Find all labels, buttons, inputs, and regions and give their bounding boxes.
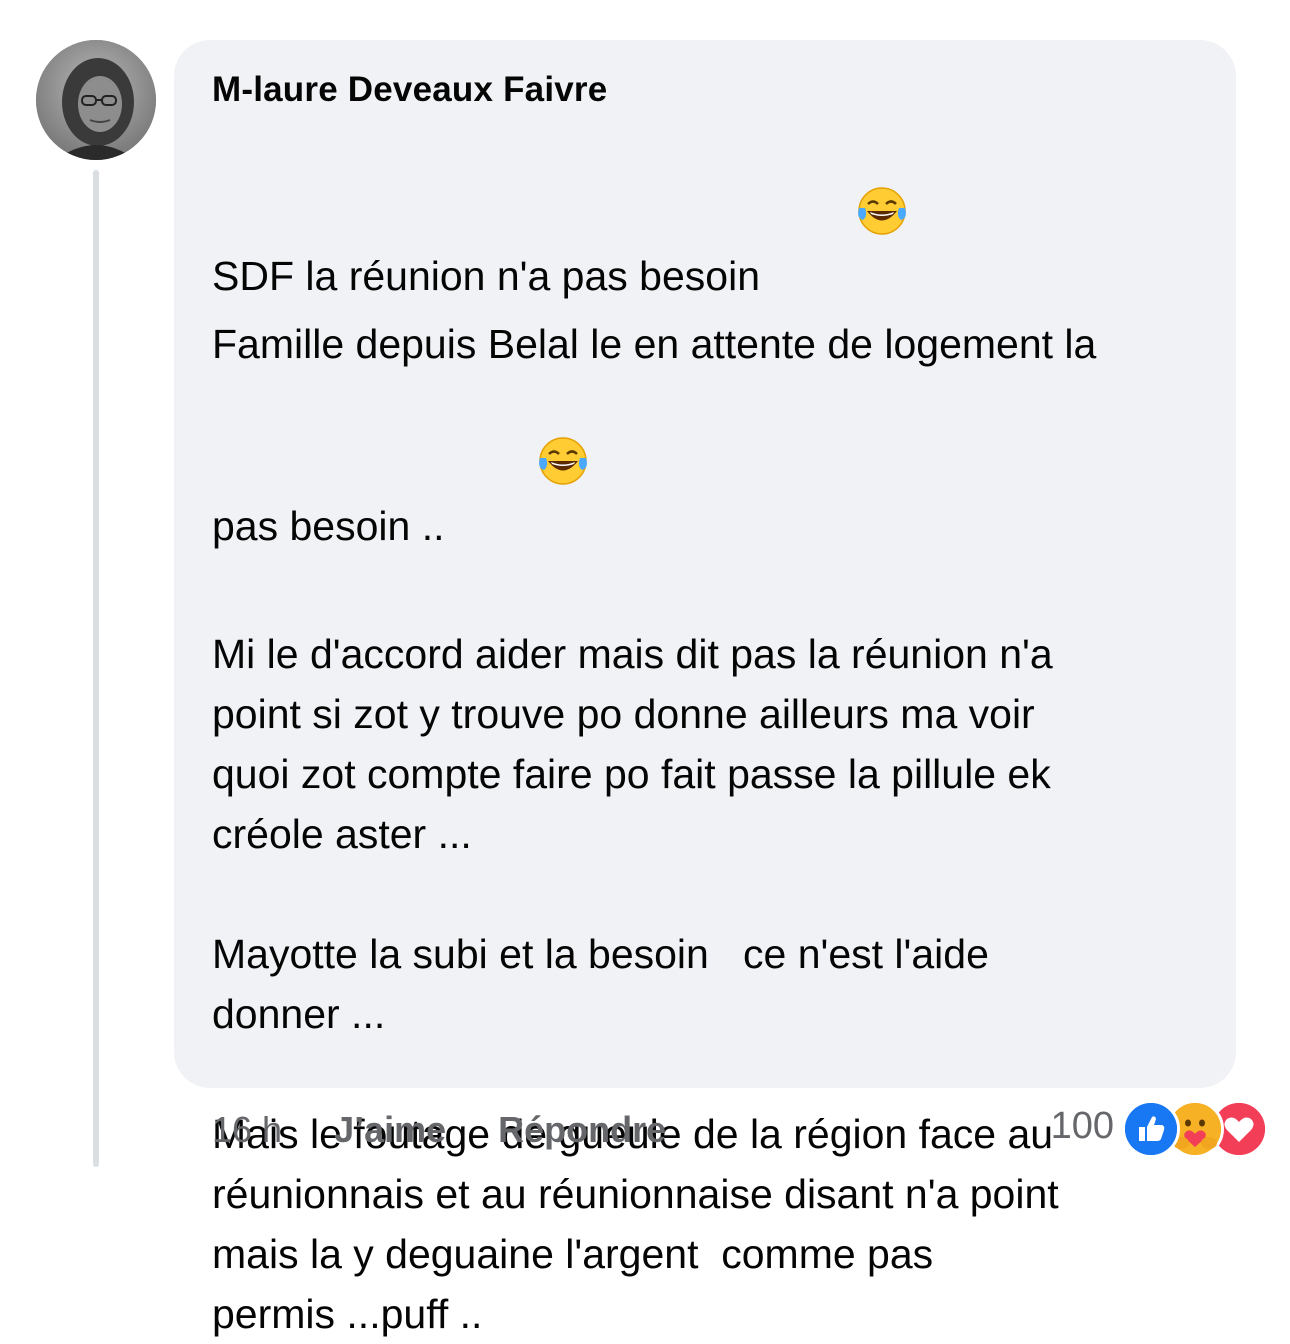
avatar-photo <box>36 40 156 160</box>
comment-timestamp[interactable]: 16 h <box>212 1108 282 1152</box>
like-reaction-icon <box>1122 1100 1180 1158</box>
comment-line: mais la y deguaine l'argent comme pas <box>212 1231 934 1277</box>
reply-button[interactable]: Répondre <box>498 1108 666 1152</box>
comment-footer: 16 h J’aime Répondre <box>212 1108 666 1152</box>
reactions-summary[interactable]: 100 <box>1050 1098 1268 1158</box>
comment-line: quoi zot compte faire po fait passe la p… <box>212 751 1051 797</box>
comment-line: point si zot y trouve po donne ailleurs … <box>212 691 1035 737</box>
comment-bubble: M-laure Deveaux Faivre SDF la réunion n'… <box>174 40 1236 1337</box>
laughing-tears-emoji <box>764 124 909 314</box>
thread-line <box>93 170 99 1167</box>
comment-paragraph: SDF la réunion n'a pas besoin Famille de… <box>212 124 1206 564</box>
comment-paragraph: Mi le d'accord aider mais dit pas la réu… <box>212 624 1206 864</box>
comment-body: SDF la réunion n'a pas besoin Famille de… <box>212 124 1206 1344</box>
comment-line: Famille depuis Belal le en attente de lo… <box>212 321 1097 367</box>
comment-line: créole aster ... <box>212 811 472 857</box>
laughing-tears-emoji <box>445 374 590 564</box>
comment-line: donner ... <box>212 991 386 1037</box>
reaction-count: 100 <box>1050 1105 1114 1147</box>
comment-author[interactable]: M-laure Deveaux Faivre <box>212 70 1206 110</box>
reaction-icons <box>1122 1098 1268 1158</box>
comment-line: Mayotte la subi et la besoin ce n'est l'… <box>212 931 989 977</box>
comment-paragraph: Mayotte la subi et la besoin ce n'est l'… <box>212 924 1206 1044</box>
comment-line: permis ...puff .. <box>212 1291 483 1337</box>
comment-line: pas besoin .. <box>212 374 1206 564</box>
avatar[interactable] <box>36 40 156 160</box>
comment-line: réunionnais et au réunionnaise disant n'… <box>212 1171 1059 1217</box>
comment-line: Mi le d'accord aider mais dit pas la réu… <box>212 631 1053 677</box>
comment-line: SDF la réunion n'a pas besoin <box>212 124 1206 314</box>
like-button[interactable]: J’aime <box>334 1108 446 1152</box>
